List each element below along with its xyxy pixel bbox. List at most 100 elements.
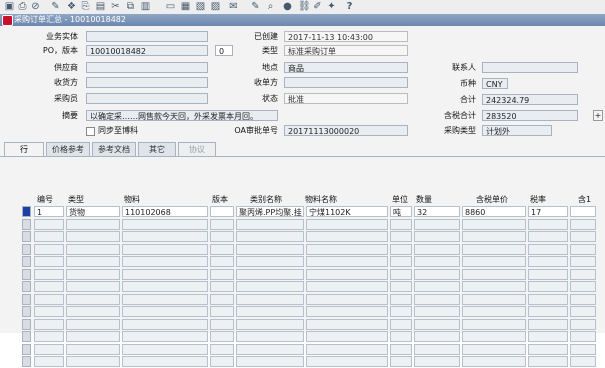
table-cell[interactable] <box>236 306 304 317</box>
table-cell[interactable] <box>66 281 120 292</box>
table-cell[interactable] <box>414 356 460 367</box>
table-cell[interactable] <box>210 318 234 330</box>
table-cell[interactable] <box>528 343 568 355</box>
table-cell[interactable] <box>122 318 208 330</box>
attachments-icon[interactable]: ⎘ <box>80 1 91 12</box>
table-cell[interactable] <box>306 243 388 255</box>
table-cell[interactable] <box>528 318 568 330</box>
row-selector[interactable] <box>22 356 31 367</box>
ship-to-field[interactable] <box>86 77 208 88</box>
table-row[interactable] <box>0 306 605 318</box>
paste-icon[interactable]: ▥ <box>140 1 151 12</box>
table-cell[interactable] <box>66 318 120 330</box>
table-cell[interactable] <box>390 331 412 342</box>
table-cell[interactable] <box>236 281 304 292</box>
table-row[interactable] <box>0 231 605 243</box>
table-cell[interactable] <box>236 243 304 255</box>
table-row[interactable] <box>0 356 605 368</box>
contact-field[interactable] <box>482 62 578 73</box>
table-cell[interactable] <box>390 306 412 317</box>
row-selector[interactable] <box>22 218 31 230</box>
table-cell[interactable] <box>528 293 568 305</box>
table-cell[interactable] <box>34 281 64 292</box>
table-cell[interactable] <box>306 293 388 305</box>
table-cell[interactable] <box>66 306 120 317</box>
table-cell[interactable] <box>236 268 304 280</box>
table-cell[interactable] <box>528 331 568 342</box>
table-cell[interactable] <box>528 268 568 280</box>
table-cell[interactable] <box>462 356 526 367</box>
table-cell[interactable] <box>570 306 596 317</box>
table-cell[interactable] <box>306 356 388 367</box>
zoom-icon[interactable]: ✎ <box>50 1 61 12</box>
currency-field[interactable]: CNY <box>482 78 508 89</box>
table-cell[interactable] <box>528 306 568 317</box>
tab-others[interactable]: 其它 <box>138 142 176 156</box>
table-cell[interactable] <box>390 231 412 242</box>
row-selector[interactable] <box>22 206 31 217</box>
buyer-field[interactable] <box>86 93 208 104</box>
table-cell[interactable] <box>390 281 412 292</box>
table-cell[interactable] <box>34 318 64 330</box>
row-selector[interactable] <box>22 343 31 355</box>
table-cell[interactable]: 吨 <box>390 206 412 217</box>
navigator-icon[interactable]: ⊘ <box>30 1 41 12</box>
table-cell[interactable] <box>210 256 234 267</box>
table-cell[interactable] <box>570 256 596 267</box>
cut-icon[interactable]: ✂ <box>110 1 121 12</box>
table-cell[interactable] <box>66 268 120 280</box>
purchase-category-field[interactable]: 计划外 <box>482 125 552 136</box>
help-icon[interactable]: ? <box>344 1 355 12</box>
bill-to-field[interactable] <box>284 77 408 88</box>
table-row[interactable] <box>0 318 605 331</box>
search-icon[interactable]: ⌕ <box>265 1 276 12</box>
table-cell[interactable] <box>390 293 412 305</box>
link-icon[interactable]: ⛓ <box>298 1 311 12</box>
table-cell[interactable] <box>462 243 526 255</box>
table-cell[interactable] <box>122 356 208 367</box>
table-cell[interactable] <box>210 356 234 367</box>
table-cell[interactable]: 110102068 <box>122 206 208 217</box>
table-cell[interactable] <box>306 343 388 355</box>
table-cell[interactable] <box>122 268 208 280</box>
table-cell[interactable]: 17 <box>528 206 568 217</box>
table-row[interactable] <box>0 218 605 231</box>
table-cell[interactable] <box>414 318 460 330</box>
tab-price-reference[interactable]: 价格参考 <box>46 142 90 156</box>
table-cell[interactable] <box>210 293 234 305</box>
table-cell[interactable] <box>462 306 526 317</box>
table-cell[interactable] <box>306 331 388 342</box>
table-cell[interactable] <box>570 243 596 255</box>
table-cell[interactable] <box>462 256 526 267</box>
table-cell[interactable] <box>462 218 526 230</box>
table-cell[interactable] <box>66 218 120 230</box>
table-cell[interactable] <box>390 356 412 367</box>
table-cell[interactable] <box>390 343 412 355</box>
table-cell[interactable] <box>210 343 234 355</box>
folder-open-icon[interactable]: ▧ <box>195 1 206 12</box>
table-cell[interactable] <box>462 318 526 330</box>
row-selector[interactable] <box>22 256 31 267</box>
table-cell[interactable] <box>414 218 460 230</box>
table-cell[interactable] <box>414 256 460 267</box>
table-cell[interactable] <box>210 306 234 317</box>
table-cell[interactable] <box>122 306 208 317</box>
table-cell[interactable] <box>528 231 568 242</box>
table-cell[interactable] <box>570 318 596 330</box>
table-cell[interactable] <box>462 231 526 242</box>
table-cell[interactable] <box>122 256 208 267</box>
table-cell[interactable] <box>210 206 234 217</box>
table-cell[interactable] <box>570 356 596 367</box>
oa-number-field[interactable]: 20171113000020 <box>284 125 408 136</box>
table-cell[interactable] <box>462 268 526 280</box>
table-cell[interactable] <box>570 293 596 305</box>
table-cell[interactable] <box>306 268 388 280</box>
table-cell[interactable] <box>414 231 460 242</box>
table-cell[interactable] <box>570 331 596 342</box>
table-cell[interactable] <box>34 231 64 242</box>
table-cell[interactable] <box>414 268 460 280</box>
table-cell[interactable] <box>210 268 234 280</box>
tools-icon[interactable]: ✦ <box>326 1 337 12</box>
table-cell[interactable] <box>414 343 460 355</box>
row-selector[interactable] <box>22 268 31 280</box>
